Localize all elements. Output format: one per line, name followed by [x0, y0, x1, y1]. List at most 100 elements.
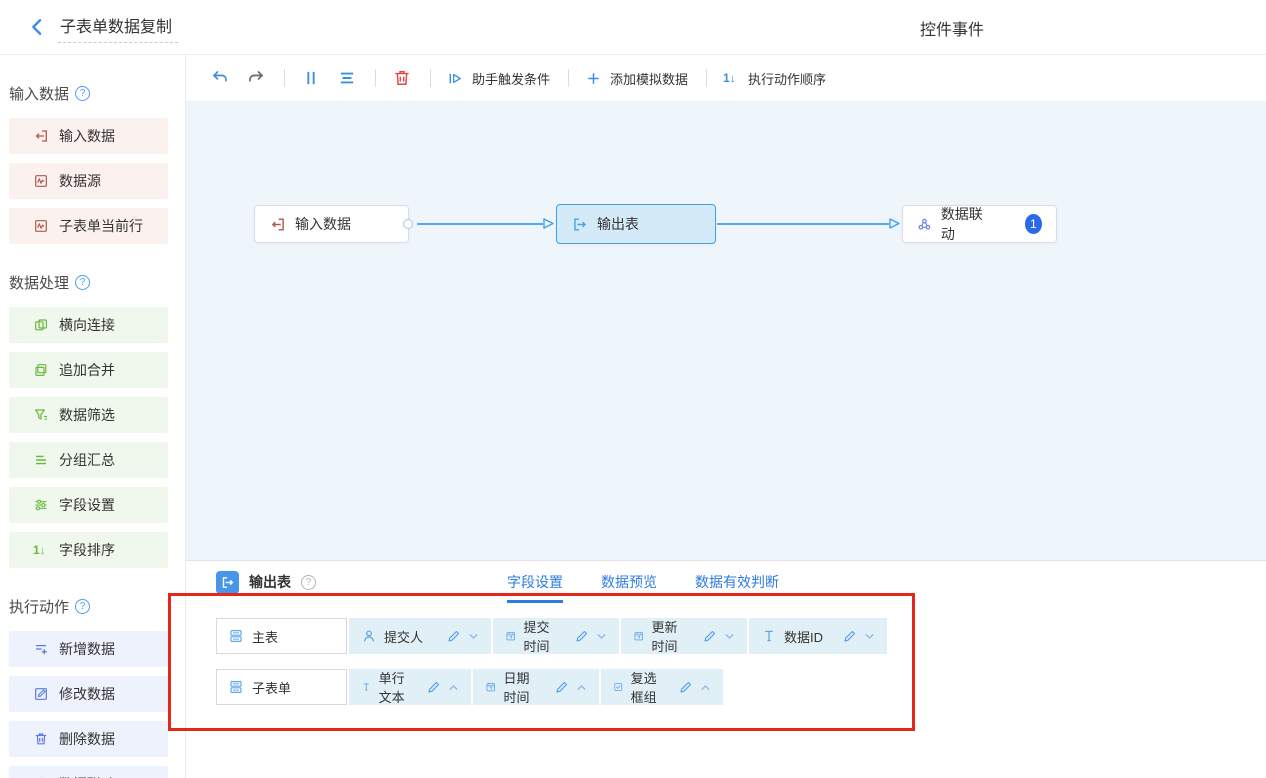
edit-field-icon[interactable] [427, 680, 441, 694]
arrow-head-icon [542, 217, 555, 230]
help-icon[interactable]: ? [75, 275, 90, 290]
sidebar-item-delete-data[interactable]: 删除数据 [9, 721, 168, 757]
table-row-main: 主表 提交人 提交时间 [216, 618, 1266, 654]
sidebar-item-data-source[interactable]: 数据源 [9, 163, 168, 199]
status-badge: 1 [1025, 214, 1042, 234]
chevron-up-icon[interactable] [576, 682, 587, 693]
checkbox-icon [613, 679, 624, 695]
field-settings-icon [33, 497, 49, 513]
calendar-icon [505, 628, 517, 644]
toolbar-separator [430, 69, 431, 87]
subform-row-icon [33, 218, 49, 234]
field-cell-datetime[interactable]: 日期时间 [473, 669, 599, 705]
import-icon [33, 128, 49, 144]
table-rows-icon [228, 679, 244, 695]
sidebar-item-data-linkage[interactable]: 数据联动 [9, 766, 168, 778]
redo-icon[interactable] [246, 68, 266, 88]
sidebar-item-field-settings[interactable]: 字段设置 [9, 487, 168, 523]
edit-field-icon[interactable] [575, 629, 589, 643]
edit-field-icon[interactable] [447, 629, 461, 643]
sidebar-item-input-data[interactable]: 输入数据 [9, 118, 168, 154]
delete-data-icon [33, 731, 49, 747]
page-mode-label: 控件事件 [920, 0, 984, 55]
sidebar-item-subform-current-row[interactable]: 子表单当前行 [9, 208, 168, 244]
field-cell-submit-time[interactable]: 提交时间 [493, 618, 619, 654]
tab-field-settings[interactable]: 字段设置 [507, 561, 563, 603]
help-icon[interactable]: ? [75, 599, 90, 614]
calendar-icon [485, 679, 497, 695]
bottom-panel: 输出表 ? 字段设置 数据预览 数据有效判断 主表 [186, 560, 1266, 778]
chevron-up-icon[interactable] [700, 682, 711, 693]
sidebar-item-horizontal-join[interactable]: 横向连接 [9, 307, 168, 343]
field-cell-single-line-text[interactable]: 单行文本 [349, 669, 471, 705]
table-row-subform: 子表单 单行文本 日期时间 [216, 669, 1266, 705]
edit-field-icon[interactable] [843, 629, 857, 643]
append-merge-icon [33, 362, 49, 378]
flow-node-input-data[interactable]: 输入数据 [254, 205, 409, 243]
panel-tabs: 字段设置 数据预览 数据有效判断 [507, 561, 779, 603]
chevron-down-icon[interactable] [724, 631, 735, 642]
export-icon [571, 216, 588, 233]
help-icon[interactable]: ? [75, 86, 90, 101]
person-icon [361, 628, 377, 644]
horizontal-join-icon [33, 317, 49, 333]
sidebar-item-data-filter[interactable]: 数据筛选 [9, 397, 168, 433]
chevron-down-icon[interactable] [468, 631, 479, 642]
vertical-layout-icon[interactable] [301, 68, 321, 88]
field-cell-checkbox-group[interactable]: 复选框组 [601, 669, 723, 705]
assistant-trigger-button[interactable]: 助手触发条件 [447, 69, 550, 88]
add-mock-data-button[interactable]: 添加模拟数据 [585, 69, 688, 88]
toolbar-separator [375, 69, 376, 87]
section-title-input: 输入数据 ? [9, 83, 168, 104]
chevron-down-icon[interactable] [596, 631, 607, 642]
row-label-subform[interactable]: 子表单 [216, 669, 347, 705]
sort-icon: 1↓ [33, 542, 49, 558]
flow-connector-line [717, 223, 889, 225]
sidebar-item-group-summary[interactable]: 分组汇总 [9, 442, 168, 478]
data-linkage-icon [917, 216, 932, 233]
flow-node-output-table[interactable]: 输出表 [556, 204, 716, 244]
field-cell-submitter[interactable]: 提交人 [349, 618, 491, 654]
output-port[interactable] [403, 219, 413, 229]
tab-data-preview[interactable]: 数据预览 [601, 561, 657, 603]
help-icon[interactable]: ? [301, 575, 316, 590]
text-icon [761, 628, 777, 644]
trigger-condition-icon [447, 70, 464, 87]
edit-field-icon[interactable] [555, 680, 569, 694]
page-title[interactable]: 子表单数据复制 [58, 11, 178, 43]
chevron-up-icon[interactable] [448, 682, 459, 693]
datasource-icon [33, 173, 49, 189]
back-icon[interactable] [26, 16, 48, 38]
panel-header: 输出表 ? 字段设置 数据预览 数据有效判断 [186, 561, 1266, 603]
section-title-process: 数据处理 ? [9, 272, 168, 293]
action-order-button[interactable]: 1↓ 执行动作顺序 [723, 69, 826, 88]
import-icon [269, 216, 286, 233]
add-data-icon [33, 641, 49, 657]
app-root: 子表单数据复制 控件事件 输入数据 ? 输入数据 数据源 [0, 0, 1266, 778]
text-icon [361, 679, 372, 695]
toolbar-separator [706, 69, 707, 87]
calendar-icon [633, 628, 645, 644]
filter-icon [33, 407, 49, 423]
field-cell-update-time[interactable]: 更新时间 [621, 618, 747, 654]
sidebar-item-field-sort[interactable]: 1↓ 字段排序 [9, 532, 168, 568]
tab-data-validity[interactable]: 数据有效判断 [695, 561, 779, 603]
flow-canvas[interactable]: 输入数据 输出表 数据联动 1 [186, 102, 1266, 560]
horizontal-layout-icon[interactable] [337, 68, 357, 88]
delete-node-icon[interactable] [392, 68, 412, 88]
flow-connector-line [417, 223, 543, 225]
edit-field-icon[interactable] [679, 680, 693, 694]
undo-icon[interactable] [210, 68, 230, 88]
field-cell-data-id[interactable]: 数据ID [749, 618, 887, 654]
plus-icon [585, 70, 602, 87]
sidebar-item-append-merge[interactable]: 追加合并 [9, 352, 168, 388]
sidebar: 输入数据 ? 输入数据 数据源 子表单当前行 数据处理 [0, 55, 186, 778]
flow-node-data-linkage[interactable]: 数据联动 1 [902, 205, 1057, 243]
sidebar-item-add-data[interactable]: 新增数据 [9, 631, 168, 667]
sidebar-item-modify-data[interactable]: 修改数据 [9, 676, 168, 712]
section-title-action: 执行动作 ? [9, 596, 168, 617]
chevron-down-icon[interactable] [864, 631, 875, 642]
field-rows-area: 主表 提交人 提交时间 [186, 618, 1266, 705]
row-label-main-table[interactable]: 主表 [216, 618, 347, 654]
edit-field-icon[interactable] [703, 629, 717, 643]
